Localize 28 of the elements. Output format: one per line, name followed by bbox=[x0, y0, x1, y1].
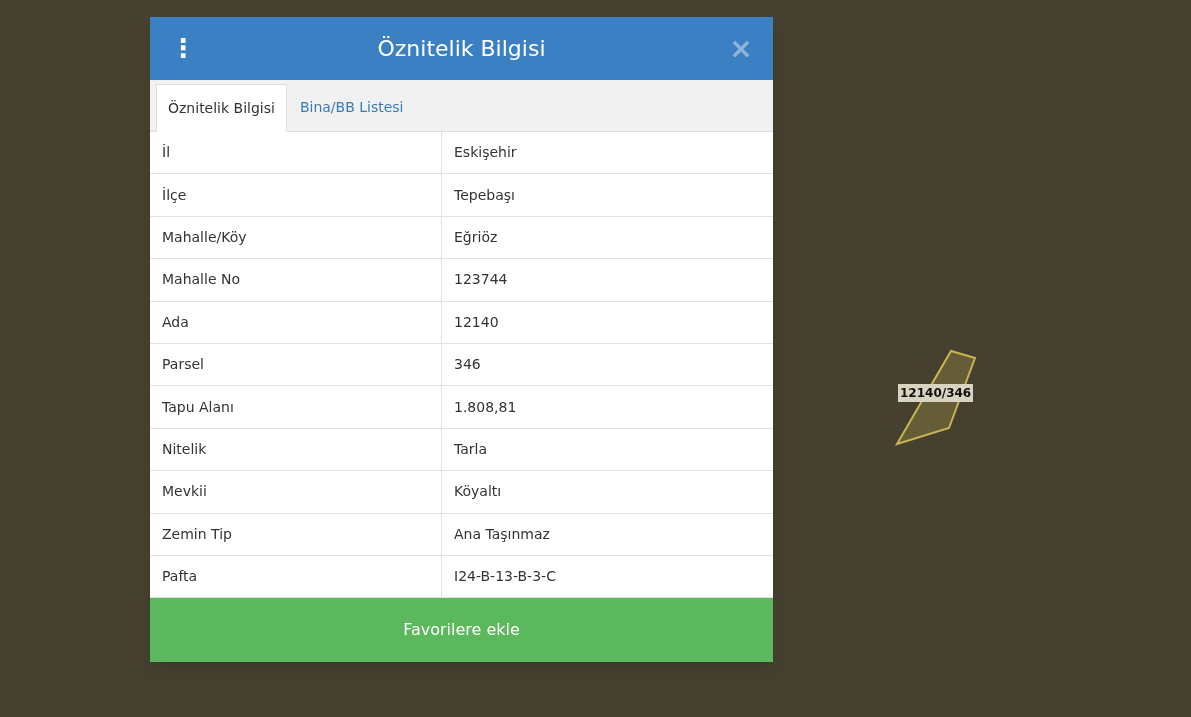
table-cell-text: Tepebaşı bbox=[453, 185, 516, 205]
table-cell: Tapu Alanı bbox=[150, 386, 442, 428]
table-cell-text: 123744 bbox=[453, 270, 509, 290]
tab[interactable]: Öznitelik Bilgisi bbox=[156, 84, 287, 132]
table-cell-text: Eğriöz bbox=[453, 227, 499, 247]
table-cell-text: I24-B-13-B-3-C bbox=[453, 567, 557, 587]
parcel-label: 12140/346 bbox=[898, 384, 974, 402]
table-cell: Mevkii bbox=[150, 471, 442, 513]
table-cell: Mahalle No bbox=[150, 259, 442, 301]
table-cell: Parsel bbox=[150, 343, 442, 386]
dialog-title: Öznitelik Bilgisi bbox=[376, 35, 547, 63]
table-cell: Pafta bbox=[150, 555, 442, 598]
tab[interactable]: Bina/BB Listesi bbox=[286, 83, 417, 131]
table-cell-text: Eskişehir bbox=[453, 143, 518, 163]
table-cell: Zemin Tip bbox=[150, 513, 442, 555]
table-cell: Mahalle/Köy bbox=[150, 216, 442, 259]
table-cell-text: Tarla bbox=[453, 439, 489, 459]
table-cell: Ada bbox=[150, 301, 442, 343]
table-cell-text: 1.808,81 bbox=[453, 397, 518, 417]
table-cell: İl bbox=[150, 132, 442, 174]
menu-button[interactable]: ⋮ bbox=[170, 29, 194, 68]
table-cell-text: Köyaltı bbox=[453, 482, 503, 502]
table-cell-text: Ana Taşınmaz bbox=[453, 524, 551, 544]
table-cell-text: 346 bbox=[453, 355, 482, 375]
add-to-favorites-button[interactable]: Favorilere ekle bbox=[150, 598, 773, 663]
table-cell: Nitelik bbox=[150, 428, 442, 471]
table-cell-text: 12140 bbox=[453, 312, 500, 332]
table-cell: İlçe bbox=[150, 174, 442, 216]
